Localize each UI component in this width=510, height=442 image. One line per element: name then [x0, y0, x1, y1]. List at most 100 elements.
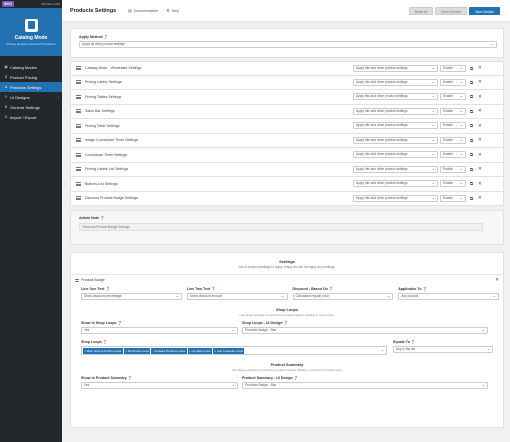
drag-handle-icon[interactable] — [76, 66, 81, 71]
reset-all-button[interactable]: Reset All — [408, 7, 434, 15]
help-icon: ❓ — [117, 321, 123, 325]
enable-select[interactable]: Enable — [440, 93, 466, 101]
row-name: Catalog Mode - Wholesale Settings — [85, 66, 142, 71]
close-icon[interactable]: ✕ — [478, 152, 486, 158]
drag-handle-icon[interactable] — [76, 196, 81, 201]
apply-mode-select[interactable]: Apply this and other product settings — [353, 165, 438, 173]
enable-select[interactable]: Enable — [440, 64, 466, 72]
help-icon: ❓ — [103, 35, 109, 39]
tag-item[interactable]: × Main Shop & Archive Loops — [83, 347, 123, 354]
close-icon[interactable]: ✕ — [495, 277, 499, 283]
close-icon[interactable]: ✕ — [478, 181, 486, 187]
apply-mode-select[interactable]: Apply this and other product settings — [353, 93, 438, 101]
help-icon: ❓ — [410, 340, 416, 344]
sidebar-nav: ▦ Catalog Modes $ Product Pricing ● Prod… — [0, 62, 62, 122]
show-in-summary-select[interactable]: Yes — [81, 382, 238, 389]
enable-select[interactable]: Enable — [440, 136, 466, 144]
sidebar-item-general-settings[interactable]: ⚙ General Settings — [0, 102, 62, 112]
sidebar-item-label: UI Designs — [10, 94, 30, 100]
line-one-label: Line One Text ❓ — [81, 287, 110, 291]
apply-mode-select[interactable]: Apply this and other product settings — [353, 136, 438, 144]
shop-loops-multiselect[interactable]: × Main Shop & Archive Loops × Shortcode … — [81, 346, 387, 355]
tag-item[interactable]: × Up-Sells Loops — [187, 347, 213, 354]
drag-handle-icon[interactable] — [76, 109, 81, 114]
duplicate-icon[interactable]: ⧉ — [470, 138, 478, 143]
sidebar-item-product-pricing[interactable]: $ Product Pricing — [0, 72, 62, 82]
help-icon: ❓ — [100, 216, 105, 220]
duplicate-icon[interactable]: ⧉ — [470, 109, 478, 114]
drag-handle-icon[interactable] — [76, 80, 81, 85]
show-in-loops-select[interactable]: Yes — [81, 327, 238, 334]
tag-item[interactable]: × Related Products Loops — [151, 347, 187, 354]
equals-to-select[interactable]: Any in the list — [393, 346, 493, 353]
enable-select[interactable]: Enable — [440, 78, 466, 86]
admin-note-input[interactable]: Discount Product Badge Settings — [79, 223, 483, 231]
line-two-label: Line Two Text ❓ — [186, 287, 216, 291]
apply-mode-select[interactable]: Apply this and other product settings — [353, 64, 438, 72]
duplicate-icon[interactable]: ⧉ — [470, 94, 478, 99]
apply-mode-select[interactable]: Apply this and other product settings — [353, 107, 438, 115]
duplicate-icon[interactable]: ⧉ — [470, 196, 478, 201]
enable-select[interactable]: Enable — [440, 107, 466, 115]
settings-row: Pricing Labels List Settings Apply this … — [70, 162, 504, 177]
sidebar-item-catalog-modes[interactable]: ▦ Catalog Modes — [0, 62, 62, 72]
enable-select[interactable]: Enable — [440, 151, 466, 159]
enable-select[interactable]: Enable — [440, 194, 466, 202]
sidebar-item-products-settings[interactable]: ● Products Settings — [0, 82, 62, 92]
duplicate-icon[interactable]: ⧉ — [470, 123, 478, 128]
duplicate-icon[interactable]: ⧉ — [470, 152, 478, 157]
drag-handle-icon[interactable] — [76, 152, 81, 157]
loops-ui-design-select[interactable]: Products Badge - Star — [242, 327, 488, 334]
sidebar-item-ui-designs[interactable]: ✎ UI Designs › — [0, 92, 62, 102]
apply-mode-select[interactable]: Apply this and other product settings — [353, 194, 438, 202]
apply-mode-select[interactable]: Apply this and other product settings — [353, 78, 438, 86]
drag-handle-icon[interactable] — [76, 181, 81, 186]
help-icon: ❓ — [283, 321, 289, 325]
close-icon[interactable]: ✕ — [478, 79, 486, 85]
enable-select[interactable]: Enable — [440, 180, 466, 188]
duplicate-icon[interactable]: ⧉ — [470, 167, 478, 172]
duplicate-icon[interactable]: ⧉ — [470, 181, 478, 186]
sidebar: WOO Premium v4.6 Catalog Mode Pricing, E… — [0, 0, 62, 442]
documentation-link[interactable]: ▤ Documentation — [128, 8, 158, 13]
duplicate-icon[interactable]: ⧉ — [470, 66, 478, 71]
enable-select[interactable]: Enable — [440, 122, 466, 130]
close-icon[interactable]: ✕ — [478, 166, 486, 172]
close-icon[interactable]: ✕ — [478, 94, 486, 100]
close-icon[interactable]: ✕ — [478, 137, 486, 143]
drag-handle-icon[interactable] — [76, 167, 81, 172]
tag-item[interactable]: × Cart Crossells Loops — [213, 347, 245, 354]
drag-handle-icon[interactable] — [76, 94, 81, 99]
sidebar-item-import-export[interactable]: ⇅ Import / Export — [0, 112, 62, 122]
help-icon: ❓ — [105, 287, 110, 291]
apply-mode-select[interactable]: Apply this and other product settings — [353, 122, 438, 130]
documentation-label: Documentation — [133, 8, 159, 13]
show-in-loops-label: Show in Shop Loops ❓ — [81, 321, 123, 325]
discount-based-on-select[interactable]: Calculated regular price — [292, 293, 394, 300]
header-actions: Reset All Reset Section Save Section — [408, 7, 500, 15]
enable-select[interactable]: Enable — [440, 165, 466, 173]
circle-icon: ● — [4, 85, 8, 89]
help-link[interactable]: ⚙ Help — [166, 8, 179, 13]
settings-row: Catalog Mode - Wholesale Settings Apply … — [70, 61, 504, 76]
drag-handle-icon[interactable] — [76, 123, 81, 128]
duplicate-icon[interactable]: ⧉ — [470, 80, 478, 85]
line-one-select[interactable]: Show discount percentage — [81, 293, 182, 300]
close-icon[interactable]: ✕ — [478, 65, 486, 71]
close-icon[interactable]: ✕ — [478, 108, 486, 114]
applicable-to-select[interactable]: Any product — [398, 293, 499, 300]
close-icon[interactable]: ✕ — [478, 123, 486, 129]
apply-method-select[interactable]: Apply all valid product settings — [79, 41, 497, 48]
line-two-select[interactable]: Show discount amount — [186, 293, 288, 300]
save-section-button[interactable]: Save Section — [469, 7, 500, 15]
apply-mode-select[interactable]: Apply this and other product settings — [353, 180, 438, 188]
apply-method-label: Apply Method ❓ — [79, 35, 109, 39]
catalog-mode-logo-icon — [24, 18, 38, 32]
drag-handle-icon[interactable] — [75, 278, 79, 282]
apply-mode-select[interactable]: Apply this and other product settings — [353, 151, 438, 159]
tag-item[interactable]: × Shortcode Loops — [123, 347, 151, 354]
close-icon[interactable]: ✕ — [478, 195, 486, 201]
summary-ui-design-select[interactable]: Products Badge - Star — [242, 382, 488, 389]
drag-handle-icon[interactable] — [76, 138, 81, 143]
reset-section-button[interactable]: Reset Section — [435, 7, 468, 15]
